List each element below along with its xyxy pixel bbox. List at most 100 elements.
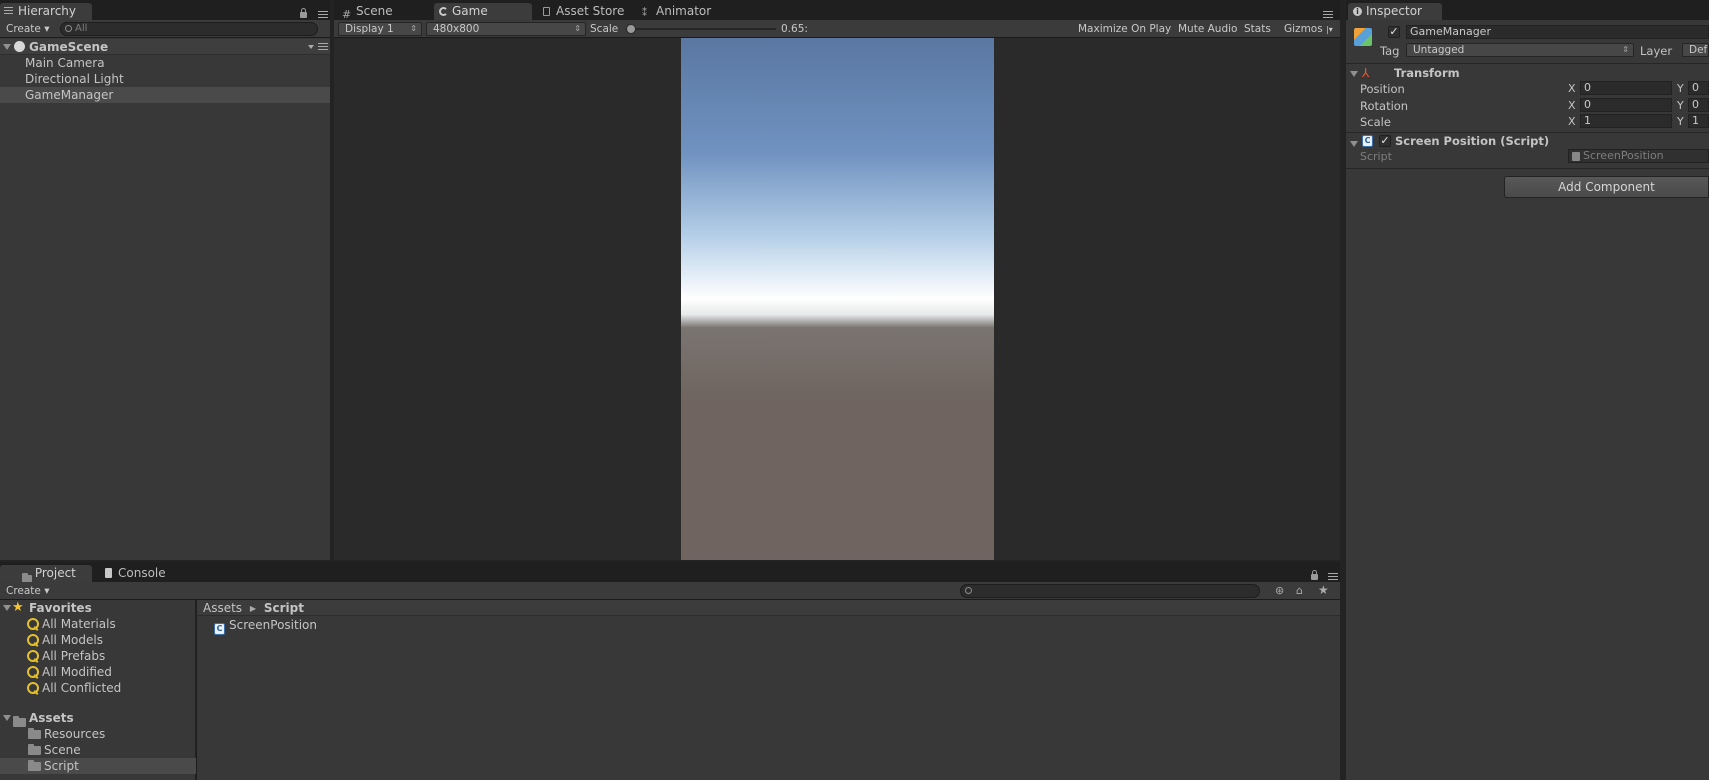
hierarchy-toolbar: Create ▾ All: [0, 20, 330, 38]
x-axis-label: X: [1568, 115, 1576, 128]
scale-y-field[interactable]: 1: [1688, 114, 1709, 128]
lock-icon[interactable]: [300, 8, 307, 18]
add-component-label: Add Component: [1558, 180, 1655, 194]
rotation-y-field[interactable]: 0: [1688, 98, 1709, 112]
list-icon: [4, 7, 13, 15]
csharp-script-icon: C: [214, 623, 225, 635]
stats-toggle[interactable]: Stats: [1244, 21, 1271, 37]
breadcrumb: Assets ▶ Script: [197, 600, 1340, 616]
maximize-on-play-toggle[interactable]: Maximize On Play: [1078, 21, 1171, 37]
y-axis-label: Y: [1677, 82, 1684, 95]
rotation-x-field[interactable]: 0: [1580, 98, 1672, 112]
tab-console[interactable]: Console: [100, 565, 180, 583]
search-icon: [965, 587, 972, 594]
add-component-button[interactable]: Add Component: [1504, 176, 1709, 198]
filter-by-type-icon[interactable]: ⊛: [1275, 584, 1284, 597]
tab-game[interactable]: Game: [434, 3, 532, 21]
game-view[interactable]: [334, 38, 1340, 560]
tab-hierarchy[interactable]: Hierarchy: [0, 3, 92, 21]
gizmos-dropdown[interactable]: Gizmos |▾: [1284, 21, 1333, 37]
hierarchy-item-main-camera[interactable]: Main Camera: [0, 55, 330, 71]
hierarchy-create-button[interactable]: Create ▾: [6, 21, 50, 37]
display-dropdown[interactable]: Display 1 ⇕: [338, 22, 422, 36]
csharp-script-icon: C: [1362, 135, 1373, 147]
favorites-header[interactable]: ★ Favorites: [0, 600, 196, 616]
tab-asset-store[interactable]: Asset Store: [538, 3, 634, 21]
favorite-all-conflicted[interactable]: All Conflicted: [0, 680, 121, 696]
scale-slider-track[interactable]: [626, 24, 776, 34]
rotation-label: Rotation: [1360, 99, 1409, 113]
inspector-panel: ✓ GameManager Tag Untagged ⇕ Layer Defa …: [1346, 20, 1709, 780]
project-search-input[interactable]: [960, 584, 1260, 598]
expand-triangle-icon[interactable]: [3, 605, 11, 611]
folder-scene[interactable]: Scene: [0, 742, 81, 758]
resolution-dropdown[interactable]: 480x800 ⇕: [426, 22, 586, 36]
tab-inspector[interactable]: i Inspector: [1348, 3, 1442, 21]
favorite-all-models[interactable]: All Models: [0, 632, 103, 648]
scene-menu-icon[interactable]: [308, 43, 328, 51]
object-name-field[interactable]: GameManager: [1406, 25, 1709, 39]
asset-file-screenposition[interactable]: C ScreenPosition: [214, 617, 317, 635]
game-render-viewport[interactable]: [681, 38, 994, 560]
panel-menu-icon[interactable]: [318, 11, 328, 19]
search-filter-icon: [26, 618, 39, 630]
position-x-field[interactable]: 0: [1580, 81, 1672, 95]
hierarchy-item-label: Directional Light: [25, 72, 124, 86]
scale-label: Scale: [590, 23, 619, 35]
script-component-title: Screen Position (Script): [1395, 134, 1550, 148]
favorite-all-materials[interactable]: All Materials: [0, 616, 116, 632]
assets-header[interactable]: Assets: [0, 710, 196, 727]
tab-animator[interactable]: ⁑ Animator: [638, 3, 734, 21]
layer-dropdown[interactable]: Defa: [1682, 43, 1709, 57]
tab-project-label: Project: [34, 566, 76, 580]
component-enabled-checkbox[interactable]: ✓: [1379, 135, 1391, 147]
project-folder-tree: ★ Favorites All Materials All Models All…: [0, 600, 196, 780]
search-filter-icon: [26, 666, 39, 678]
tag-dropdown[interactable]: Untagged ⇕: [1406, 43, 1634, 57]
collapse-triangle-icon[interactable]: [1350, 71, 1358, 77]
breadcrumb-script[interactable]: Script: [264, 601, 304, 615]
folder-script[interactable]: Script: [0, 758, 196, 774]
console-icon: [105, 568, 112, 578]
active-checkbox[interactable]: ✓: [1388, 26, 1400, 38]
pacman-icon: [439, 7, 448, 16]
tab-game-label: Game: [452, 4, 488, 18]
hierarchy-item-gamemanager[interactable]: GameManager: [0, 87, 330, 103]
script-reference-value: ScreenPosition: [1583, 149, 1664, 162]
hierarchy-item-directional-light[interactable]: Directional Light: [0, 71, 330, 87]
scene-root-row[interactable]: GameScene: [0, 39, 330, 55]
game-panel-menu-icon[interactable]: [1323, 11, 1333, 19]
tab-scene[interactable]: # Scene: [338, 3, 428, 21]
divider: [1346, 132, 1709, 133]
folder-resources[interactable]: Resources: [0, 726, 105, 742]
hierarchy-search-input[interactable]: All: [60, 22, 318, 36]
transform-title: Transform: [1394, 66, 1460, 80]
star-icon[interactable]: ★: [1318, 583, 1329, 597]
divider: [1346, 168, 1709, 169]
project-tabstrip: [0, 562, 1340, 582]
favorite-all-prefabs[interactable]: All Prefabs: [0, 648, 105, 664]
filter-by-label-icon[interactable]: ⌂: [1296, 584, 1303, 597]
mute-audio-toggle[interactable]: Mute Audio: [1178, 21, 1237, 37]
scale-x-field[interactable]: 1: [1580, 114, 1672, 128]
scale-slider-thumb[interactable]: [626, 24, 636, 34]
tab-project[interactable]: Project: [0, 565, 92, 583]
favorite-all-modified[interactable]: All Modified: [0, 664, 112, 680]
display-value: Display 1: [345, 23, 394, 35]
tab-inspector-label: Inspector: [1366, 4, 1422, 18]
tab-animator-label: Animator: [656, 4, 712, 18]
expand-triangle-icon[interactable]: [3, 44, 11, 50]
lock-icon[interactable]: [1311, 570, 1318, 580]
search-filter-icon: [26, 682, 39, 694]
project-panel-menu-icon[interactable]: [1328, 573, 1338, 581]
y-axis-label: Y: [1677, 99, 1684, 112]
collapse-triangle-icon[interactable]: [1350, 141, 1358, 147]
project-create-button[interactable]: Create ▾: [6, 583, 50, 599]
breadcrumb-assets[interactable]: Assets: [203, 601, 242, 615]
folder-icon: [28, 760, 41, 771]
position-y-field[interactable]: 0: [1688, 81, 1709, 95]
hierarchy-search-placeholder: All: [75, 23, 88, 34]
expand-triangle-icon[interactable]: [3, 715, 11, 721]
star-icon: ★: [12, 600, 24, 615]
x-axis-label: X: [1568, 99, 1576, 112]
